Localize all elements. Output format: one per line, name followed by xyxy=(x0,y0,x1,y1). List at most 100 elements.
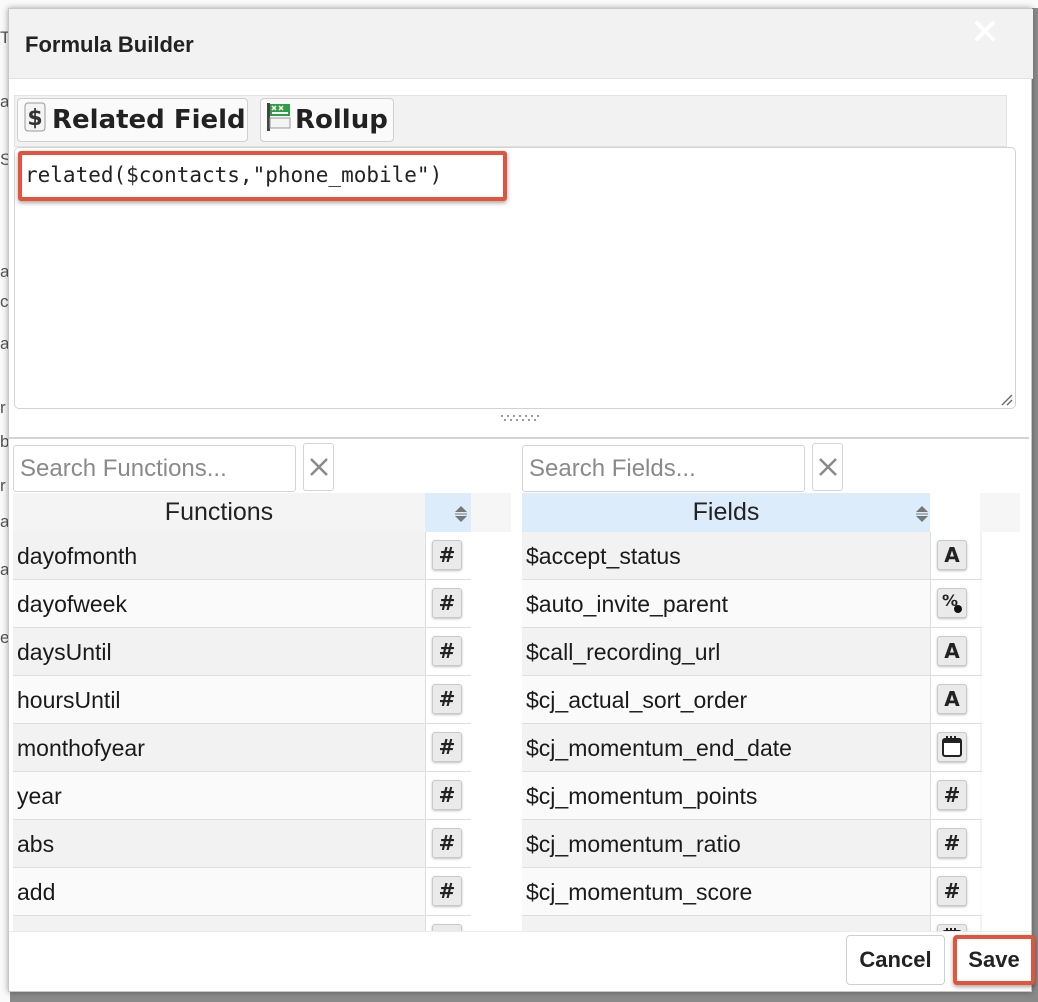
type-cell: A xyxy=(930,532,980,579)
number-type-icon: # xyxy=(432,588,462,618)
related-field-button[interactable]: $ Related Field xyxy=(17,98,248,142)
save-button[interactable]: Save xyxy=(953,935,1035,985)
number-type-icon: # xyxy=(432,540,462,570)
formula-text[interactable]: related($contacts,"phone_mobile") xyxy=(25,163,442,187)
field-item[interactable]: $cj_actual_sort_order A xyxy=(522,676,982,724)
function-item[interactable]: abs # xyxy=(13,820,471,868)
field-item-label[interactable]: $cj_actual_sort_order xyxy=(526,676,747,723)
field-item[interactable]: $cj_momentum_points # xyxy=(522,772,982,820)
date-type-icon xyxy=(937,732,967,762)
formula-builder-dialog: Formula Builder $ Related Field Rollup r… xyxy=(8,8,1035,992)
rollup-flag-icon xyxy=(265,101,293,140)
function-item[interactable]: add # xyxy=(13,868,471,916)
dialog-title: Formula Builder xyxy=(25,32,194,57)
splitter-divider xyxy=(9,437,1029,439)
percent-type-icon: % xyxy=(937,588,967,618)
svg-text:$: $ xyxy=(27,106,42,131)
function-item-label[interactable]: dayofweek xyxy=(17,580,127,627)
functions-list[interactable]: dayofmonth # dayofweek # daysUntil # hoursUnti… xyxy=(13,532,471,932)
number-type-icon: # xyxy=(432,732,462,762)
function-item-label[interactable]: year xyxy=(17,772,62,819)
functions-scroll-gutter xyxy=(471,493,511,532)
clear-x-icon xyxy=(819,458,837,476)
functions-header: Functions xyxy=(13,493,471,532)
type-cell: # xyxy=(930,820,980,867)
function-item-label[interactable]: daysUntil xyxy=(17,628,112,675)
function-item[interactable]: dayofmonth # xyxy=(13,532,471,580)
field-item[interactable]: $call_recording_url A xyxy=(522,628,982,676)
function-item[interactable]: daysUntil # xyxy=(13,628,471,676)
type-cell: # xyxy=(930,772,980,819)
sort-icon xyxy=(916,506,928,522)
fields-list[interactable]: $accept_status A $auto_invite_parent% $call… xyxy=(522,532,982,932)
number-type-icon: # xyxy=(937,828,967,858)
text-type-icon: A xyxy=(937,636,967,666)
splitter-handle-icon[interactable] xyxy=(499,413,543,423)
fields-scroll-gutter xyxy=(980,493,1020,532)
type-cell: # xyxy=(425,868,471,915)
function-item-label[interactable]: add xyxy=(17,868,55,915)
number-type-icon: # xyxy=(432,828,462,858)
dialog-header: Formula Builder xyxy=(9,9,1033,79)
function-item-label[interactable]: monthofyear xyxy=(17,724,145,771)
type-cell xyxy=(930,916,980,932)
type-cell: # xyxy=(425,820,471,867)
number-type-icon: # xyxy=(432,780,462,810)
field-item-label[interactable]: $call_recording_url xyxy=(526,628,720,675)
field-item[interactable]: $cj_momentum_ratio # xyxy=(522,820,982,868)
field-item-label[interactable]: $cj_momentum_ratio xyxy=(526,820,741,867)
field-item[interactable] xyxy=(522,916,982,932)
clear-fields-button[interactable] xyxy=(812,443,843,491)
formula-editor[interactable]: related($contacts,"phone_mobile") xyxy=(14,147,1016,409)
functions-sort-button[interactable] xyxy=(425,493,471,532)
field-item-label[interactable]: $cj_momentum_points xyxy=(526,772,757,819)
field-item[interactable]: $auto_invite_parent% xyxy=(522,580,982,628)
close-x-icon xyxy=(975,21,995,41)
dollar-icon: $ xyxy=(24,101,46,140)
search-functions-input[interactable] xyxy=(13,445,296,492)
field-item-label[interactable]: $cj_momentum_end_date xyxy=(526,724,792,771)
type-cell: # xyxy=(425,628,471,675)
number-type-icon: # xyxy=(937,876,967,906)
number-type-icon: # xyxy=(432,684,462,714)
type-cell: # xyxy=(425,676,471,723)
fields-column-title[interactable]: Fields xyxy=(522,493,930,532)
fields-sort-button[interactable] xyxy=(908,493,932,532)
function-item[interactable]: year # xyxy=(13,772,471,820)
field-item[interactable]: $accept_status A xyxy=(522,532,982,580)
cancel-button[interactable]: Cancel xyxy=(846,935,945,985)
rollup-button[interactable]: Rollup xyxy=(260,98,394,142)
type-cell xyxy=(930,724,980,771)
number-type-icon: # xyxy=(432,636,462,666)
number-type-icon: # xyxy=(937,780,967,810)
close-button[interactable] xyxy=(965,11,1005,51)
footer-divider xyxy=(9,931,1031,932)
background-page-top xyxy=(0,0,1038,8)
type-cell: # xyxy=(930,868,980,915)
field-item-label[interactable]: $cj_momentum_score xyxy=(526,868,752,915)
clear-functions-button[interactable] xyxy=(303,443,334,491)
function-item[interactable]: hoursUntil # xyxy=(13,676,471,724)
field-item-label[interactable]: $accept_status xyxy=(526,532,681,579)
related-field-label: Related Field xyxy=(52,105,246,135)
rollup-label: Rollup xyxy=(295,105,388,135)
sort-icon xyxy=(455,506,467,522)
type-cell: A xyxy=(930,676,980,723)
search-fields-input[interactable] xyxy=(522,445,805,492)
function-item-label[interactable]: hoursUntil xyxy=(17,676,121,723)
type-cell: # xyxy=(425,580,471,627)
resize-grip-icon[interactable] xyxy=(999,392,1013,406)
clear-x-icon xyxy=(310,458,328,476)
function-item-label[interactable]: dayofmonth xyxy=(17,532,137,579)
field-item[interactable]: $cj_momentum_end_date xyxy=(522,724,982,772)
field-item[interactable]: $cj_momentum_score # xyxy=(522,868,982,916)
function-item[interactable]: # xyxy=(13,916,471,932)
function-item-label[interactable]: abs xyxy=(17,820,54,867)
functions-column-title[interactable]: Functions xyxy=(13,493,425,532)
fields-header: Fields xyxy=(522,493,982,532)
function-item[interactable]: monthofyear # xyxy=(13,724,471,772)
text-type-icon: A xyxy=(937,540,967,570)
function-item[interactable]: dayofweek # xyxy=(13,580,471,628)
type-cell: # xyxy=(425,772,471,819)
field-item-label[interactable]: $auto_invite_parent xyxy=(526,580,728,627)
